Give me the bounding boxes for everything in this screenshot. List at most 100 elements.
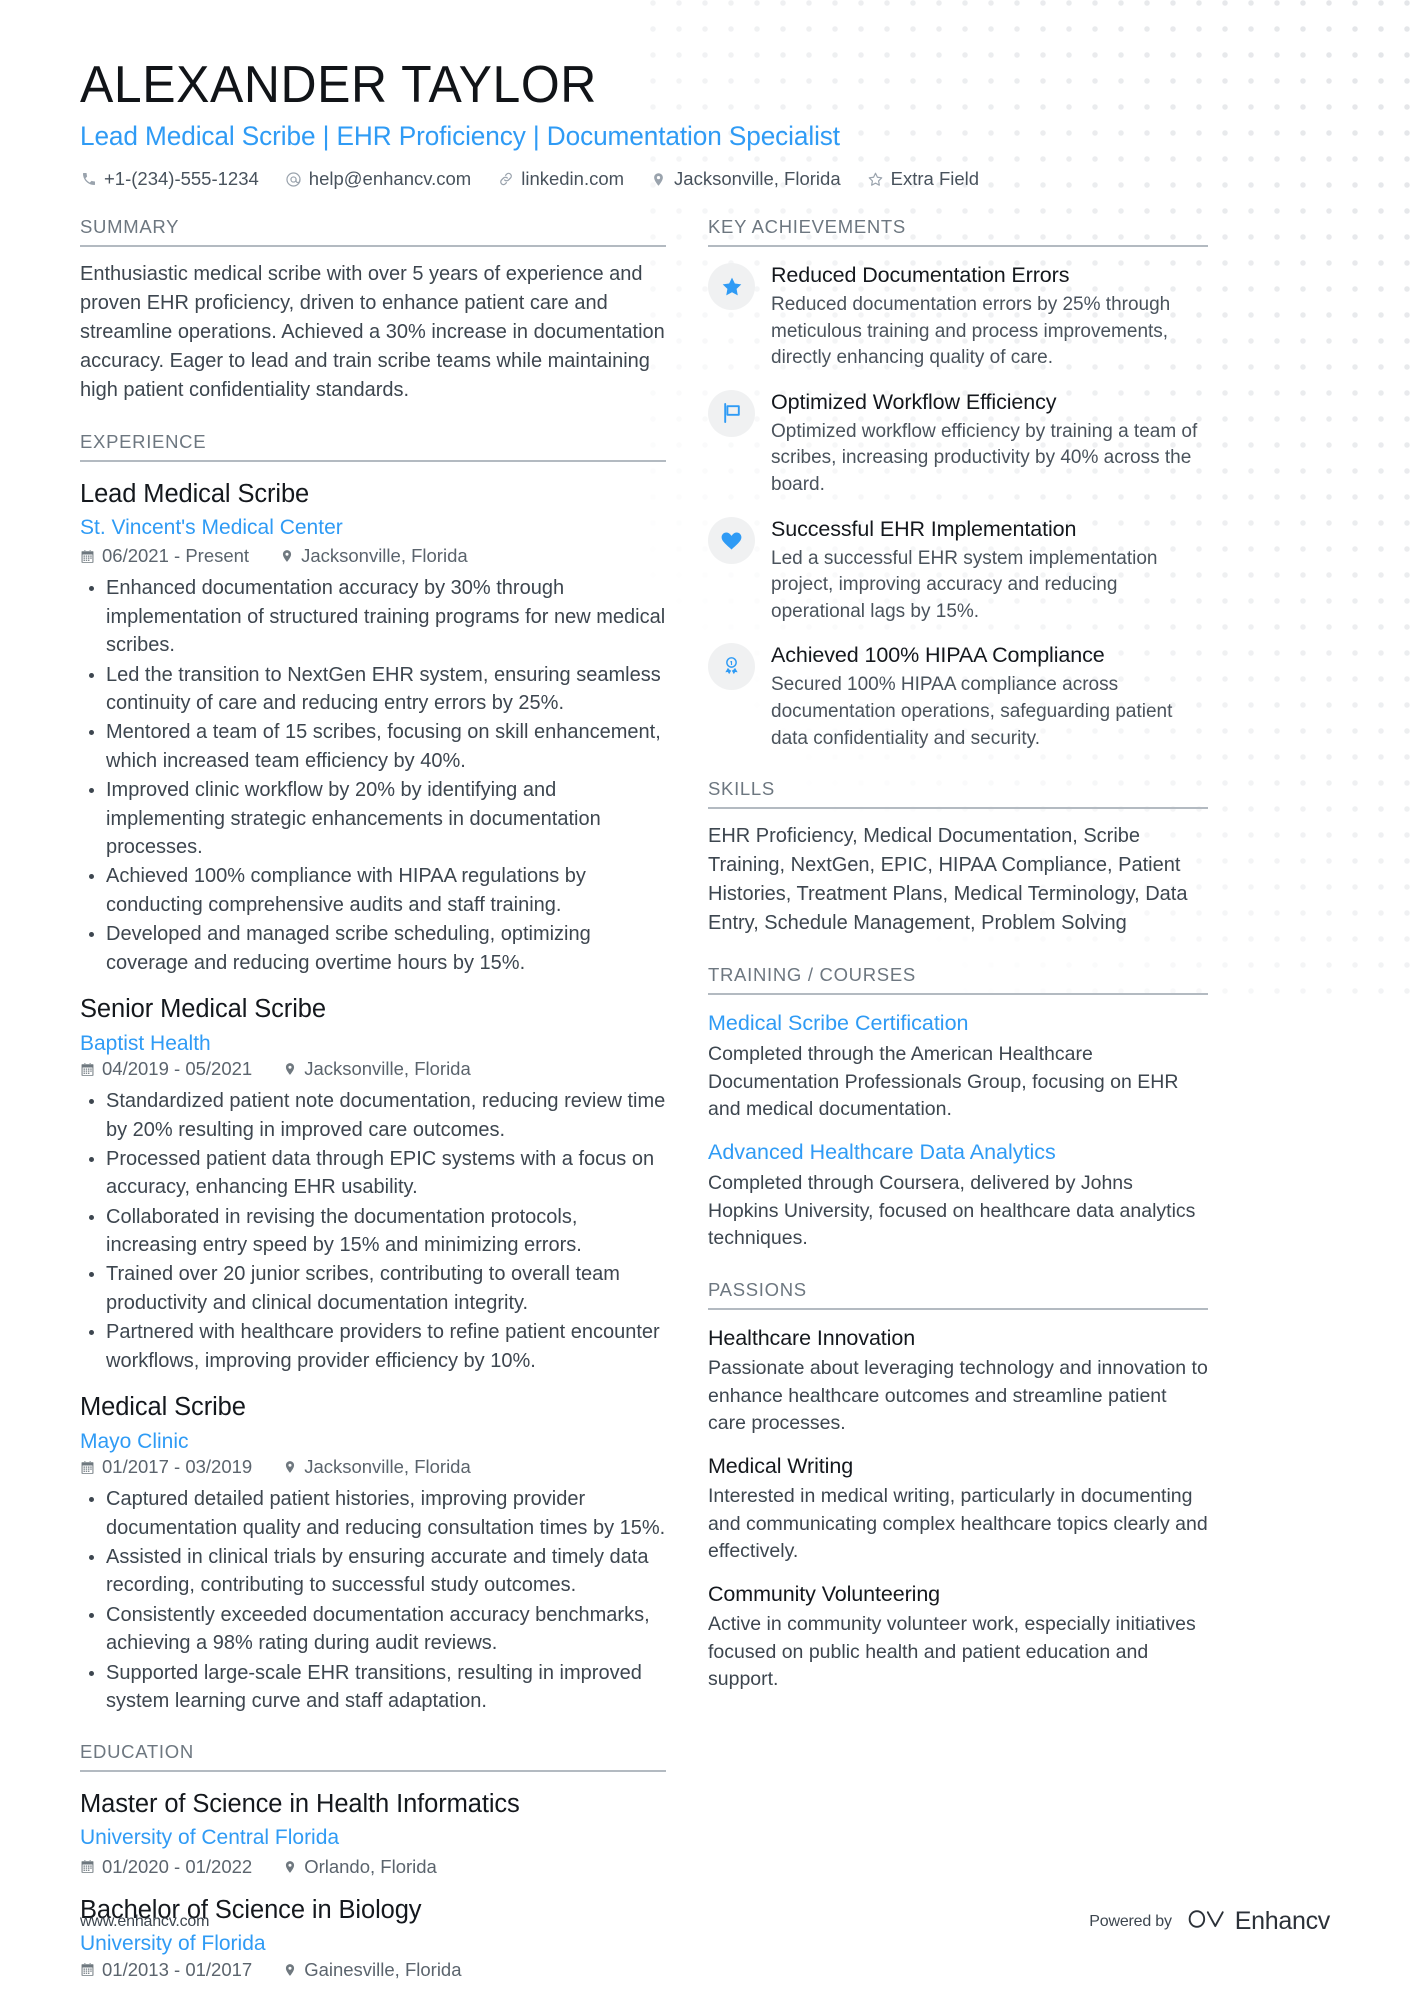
section-title-education: EDUCATION bbox=[80, 1741, 666, 1773]
experience-dates-text: 04/2019 - 05/2021 bbox=[102, 1058, 253, 1080]
footer-website-url[interactable]: www.enhancv.com bbox=[80, 1913, 209, 1931]
experience-dates-text: 01/2017 - 03/2019 bbox=[102, 1456, 253, 1478]
experience-meta: St. Vincent's Medical Center 06/2021 - P… bbox=[80, 514, 666, 567]
location-icon bbox=[282, 1061, 297, 1077]
experience-job-title: Medical Scribe bbox=[80, 1393, 246, 1422]
experience-bullets: Enhanced documentation accuracy by 30% t… bbox=[80, 574, 666, 976]
award-icon bbox=[720, 655, 743, 678]
candidate-headline: Lead Medical Scribe | EHR Proficiency | … bbox=[80, 121, 840, 152]
bullet-item: Improved clinic workflow by 20% by ident… bbox=[80, 776, 666, 861]
experience-job-title: Lead Medical Scribe bbox=[80, 480, 310, 509]
contact-phone-text: +1-(234)-555-1234 bbox=[104, 168, 259, 190]
experience-entry: Senior Medical Scribe Baptist Health 04/… bbox=[80, 994, 666, 1375]
left-column: SUMMARY Enthusiastic medical scribe with… bbox=[80, 216, 666, 1981]
passion-description: Active in community volunteer work, espe… bbox=[708, 1613, 1196, 1691]
education-dates-text: 01/2013 - 01/2017 bbox=[102, 1958, 253, 1980]
achievement-title: Reduced Documentation Errors bbox=[771, 263, 1070, 288]
contact-extra-field-text: Extra Field bbox=[890, 168, 980, 190]
experience-job-title: Senior Medical Scribe bbox=[80, 994, 326, 1023]
bullet-item: Standardized patient note documentation,… bbox=[80, 1087, 666, 1144]
achievement-title: Successful EHR Implementation bbox=[771, 516, 1077, 541]
education-meta: University of Florida 01/2013 - 01/2017 bbox=[80, 1930, 666, 1980]
education-location: Orlando, Florida bbox=[282, 1856, 437, 1878]
location-icon bbox=[282, 1859, 297, 1875]
education-dates-text: 01/2020 - 01/2022 bbox=[102, 1855, 253, 1877]
experience-entry: Medical Scribe Mayo Clinic 01/2017 - 03/… bbox=[80, 1392, 666, 1715]
contact-phone[interactable]: +1-(234)-555-1234 bbox=[80, 168, 259, 190]
footer-branding: Powered by Enhancv bbox=[1089, 1906, 1330, 1937]
education-institution[interactable]: University of Central Florida bbox=[80, 1824, 666, 1852]
experience-entry: Lead Medical Scribe St. Vincent's Medica… bbox=[80, 479, 666, 977]
passion-description: Passionate about leveraging technology a… bbox=[708, 1357, 1208, 1435]
education-location-text: Gainesville, Florida bbox=[304, 1958, 462, 1980]
experience-organization[interactable]: Mayo Clinic bbox=[80, 1428, 302, 1456]
contact-link[interactable]: linkedin.com bbox=[497, 168, 624, 190]
experience-location: Jacksonville, Florida bbox=[279, 545, 468, 567]
section-skills: SKILLS EHR Proficiency, Medical Document… bbox=[708, 778, 1208, 938]
achievements-list: Reduced Documentation Errors Reduced doc… bbox=[708, 261, 1208, 752]
education-meta: University of Central Florida 01/2020 - … bbox=[80, 1824, 666, 1877]
achievement-badge bbox=[708, 389, 755, 437]
contact-email[interactable]: help@enhancv.com bbox=[285, 168, 471, 190]
education-dates: 01/2020 - 01/2022 bbox=[80, 1856, 252, 1878]
contact-link-text: linkedin.com bbox=[521, 168, 625, 190]
link-icon bbox=[497, 171, 514, 188]
experience-location: Jacksonville, Florida bbox=[282, 1456, 471, 1478]
achievement-badge bbox=[708, 516, 755, 564]
course-item: Medical Scribe Certification Completed t… bbox=[708, 1010, 1208, 1124]
section-passions: PASSIONS Healthcare Innovation Passionat… bbox=[708, 1279, 1208, 1694]
bullet-item: Mentored a team of 15 scribes, focusing … bbox=[80, 718, 666, 775]
calendar-icon bbox=[80, 1859, 95, 1875]
education-degree: Master of Science in Health Informatics bbox=[80, 1790, 520, 1819]
star-icon bbox=[720, 275, 744, 299]
enhancv-logo-icon bbox=[1186, 1906, 1226, 1937]
resume-footer: www.enhancv.com Powered by Enhancv bbox=[80, 1906, 1330, 1937]
achievement-description: Secured 100% HIPAA compliance across doc… bbox=[771, 674, 1173, 749]
bullet-item: Enhanced documentation accuracy by 30% t… bbox=[80, 574, 666, 659]
passion-item: Healthcare Innovation Passionate about l… bbox=[708, 1325, 1208, 1438]
education-entry: Master of Science in Health Informatics … bbox=[80, 1789, 666, 1877]
section-summary: SUMMARY Enthusiastic medical scribe with… bbox=[80, 216, 666, 405]
course-description: Completed through the American Healthcar… bbox=[708, 1043, 1179, 1121]
experience-bullets: Captured detailed patient histories, imp… bbox=[80, 1485, 666, 1715]
resume-content: ALEXANDER TAYLOR Lead Medical Scribe | E… bbox=[0, 0, 1410, 1981]
achievement-body: Optimized Workflow Efficiency Optimized … bbox=[771, 388, 1208, 499]
education-location-text: Orlando, Florida bbox=[304, 1855, 437, 1877]
candidate-name: ALEXANDER TAYLOR bbox=[80, 56, 597, 114]
passion-item: Medical Writing Interested in medical wr… bbox=[708, 1453, 1208, 1566]
achievement-description: Reduced documentation errors by 25% thro… bbox=[771, 294, 1171, 369]
phone-icon bbox=[80, 171, 97, 188]
achievement-body: Achieved 100% HIPAA Compliance Secured 1… bbox=[771, 641, 1208, 752]
summary-text: Enthusiastic medical scribe with over 5 … bbox=[80, 263, 665, 402]
experience-meta-row: 01/2017 - 03/2019 Jacksonville, Florida bbox=[80, 1456, 471, 1478]
experience-dates: 06/2021 - Present bbox=[80, 545, 249, 567]
achievement-item: Achieved 100% HIPAA Compliance Secured 1… bbox=[708, 641, 1208, 752]
experience-meta-row: 06/2021 - Present Jacksonville, Florida bbox=[80, 545, 666, 567]
experience-organization[interactable]: Baptist Health bbox=[80, 1030, 302, 1058]
achievement-item: Reduced Documentation Errors Reduced doc… bbox=[708, 261, 1208, 372]
education-location: Gainesville, Florida bbox=[282, 1958, 462, 1981]
bullet-item: Processed patient data through EPIC syst… bbox=[80, 1145, 666, 1202]
resume-page: ALEXANDER TAYLOR Lead Medical Scribe | E… bbox=[0, 0, 1410, 1995]
experience-dates-text: 06/2021 - Present bbox=[102, 545, 250, 567]
passion-item: Community Volunteering Active in communi… bbox=[708, 1581, 1208, 1694]
passion-description: Interested in medical writing, particula… bbox=[708, 1485, 1208, 1563]
enhancv-brand[interactable]: Enhancv bbox=[1186, 1906, 1330, 1937]
heart-icon bbox=[719, 528, 744, 553]
experience-organization[interactable]: St. Vincent's Medical Center bbox=[80, 514, 666, 542]
course-title[interactable]: Advanced Healthcare Data Analytics bbox=[708, 1139, 1208, 1167]
passion-title: Healthcare Innovation bbox=[708, 1326, 916, 1351]
achievement-title: Optimized Workflow Efficiency bbox=[771, 389, 1057, 414]
achievement-badge bbox=[708, 263, 755, 311]
bullet-item: Led the transition to NextGen EHR system… bbox=[80, 661, 666, 718]
achievement-description: Optimized workflow efficiency by trainin… bbox=[771, 420, 1198, 496]
course-title[interactable]: Medical Scribe Certification bbox=[708, 1010, 1208, 1038]
location-icon bbox=[650, 171, 667, 188]
resume-columns: SUMMARY Enthusiastic medical scribe with… bbox=[80, 216, 1330, 1981]
section-title-passions: PASSIONS bbox=[708, 1279, 1208, 1311]
section-title-experience: EXPERIENCE bbox=[80, 431, 666, 463]
star-icon bbox=[867, 171, 884, 188]
section-training-courses: TRAINING / COURSES Medical Scribe Certif… bbox=[708, 964, 1208, 1253]
experience-location-text: Jacksonville, Florida bbox=[304, 1058, 471, 1080]
enhancv-brand-name: Enhancv bbox=[1234, 1907, 1331, 1935]
